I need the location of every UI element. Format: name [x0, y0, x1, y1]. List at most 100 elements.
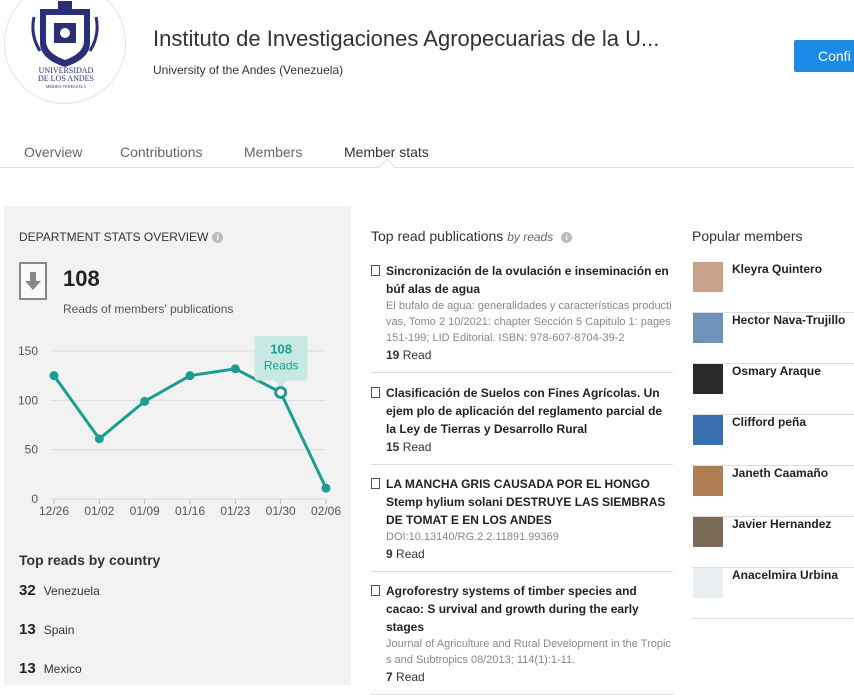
institution-subtitle[interactable]: University of the Andes (Venezuela): [153, 63, 343, 77]
reads-download-icon: [19, 262, 47, 300]
info-icon[interactable]: i: [561, 232, 573, 243]
publication-title[interactable]: Sincronización de la ovulación e insemin…: [386, 264, 669, 296]
member-item[interactable]: Osmary Araque: [692, 364, 854, 415]
tooltip-label: Reads: [264, 358, 299, 372]
data-point: [321, 483, 331, 493]
reads-count: 7: [386, 670, 393, 684]
publication-title-link[interactable]: Clasificación de Suelos con Fines Agríco…: [371, 384, 673, 438]
document-icon: [371, 585, 380, 596]
x-tick-label: 02/06: [311, 504, 341, 518]
avatar[interactable]: [693, 262, 723, 292]
reads-count: 15: [386, 440, 400, 454]
country-count: 32: [19, 582, 36, 599]
publication-item: Agroforestry systems of timber species a…: [371, 582, 673, 695]
publication-title-link[interactable]: Sincronización de la ovulación e insemin…: [371, 262, 673, 298]
publication-meta: Journal of Agriculture and Rural Develop…: [386, 638, 671, 666]
member-item[interactable]: Janeth Caamaño: [692, 466, 854, 517]
reads-label: Read: [402, 440, 432, 454]
member-name[interactable]: Janeth Caamaño: [732, 466, 828, 480]
member-name[interactable]: Osmary Araque: [732, 364, 821, 378]
member-item[interactable]: Clifford peña: [692, 415, 854, 466]
stats-heading: DEPARTMENT STATS OVERVIEW: [19, 230, 209, 244]
document-icon: [371, 478, 380, 489]
data-point: [49, 371, 59, 381]
document-icon: [371, 265, 380, 276]
x-tick-label: 12/26: [39, 504, 69, 518]
members-heading: Popular members: [692, 228, 803, 244]
country-row: 32 Venezuela: [19, 582, 100, 599]
tab-overview[interactable]: Overview: [24, 144, 82, 160]
country-row: 13 Spain: [19, 621, 74, 638]
publication-title-link[interactable]: Agroforestry systems of timber species a…: [371, 582, 673, 636]
tooltip-pointer: [274, 380, 287, 387]
y-tick-label: 150: [18, 344, 38, 358]
x-tick-label: 01/16: [175, 504, 205, 518]
publication-reads: 19 Read: [371, 348, 673, 372]
total-reads-caption: Reads of members' publications: [63, 302, 234, 316]
member-item[interactable]: Kleyra Quintero: [692, 262, 854, 313]
member-item[interactable]: Javier Hernandez: [692, 517, 854, 568]
country-name: Mexico: [43, 662, 82, 676]
confirm-button[interactable]: Confi: [794, 40, 854, 72]
publication-title[interactable]: Clasificación de Suelos con Fines Agríco…: [386, 386, 662, 436]
tab-contributions[interactable]: Contributions: [120, 144, 203, 160]
reads-label: Read: [402, 348, 432, 362]
avatar[interactable]: [693, 364, 723, 394]
publication-title[interactable]: Agroforestry systems of timber species a…: [386, 584, 639, 634]
tooltip-value: 108: [270, 341, 292, 356]
data-point: [140, 396, 150, 406]
member-name[interactable]: Anacelmira Urbina: [732, 568, 838, 582]
y-tick-label: 0: [31, 492, 38, 506]
total-reads-value: 108: [63, 266, 100, 291]
popular-members: Popular members: [692, 228, 854, 244]
member-name[interactable]: Kleyra Quintero: [732, 262, 822, 276]
data-point: [230, 364, 240, 374]
publications-heading: Top read publications by reads i: [371, 228, 673, 244]
member-name[interactable]: Javier Hernandez: [732, 517, 831, 531]
publication-title[interactable]: LA MANCHA GRIS CAUSADA POR EL HONGO Stem…: [386, 477, 665, 527]
publications-heading-suffix: by reads: [507, 230, 554, 244]
publication-reads: 9 Read: [371, 547, 673, 571]
country-name: Venezuela: [43, 584, 100, 598]
reads-count: 19: [386, 348, 400, 362]
logo-text-line-2: DE LOS ANDES: [37, 74, 94, 83]
avatar[interactable]: [693, 517, 723, 547]
stats-heading-wrap: DEPARTMENT STATS OVERVIEW i: [19, 230, 224, 244]
x-tick-label: 01/23: [220, 504, 250, 518]
reads-label: Read: [396, 547, 425, 561]
country-name: Spain: [43, 623, 75, 637]
y-tick-label: 100: [18, 393, 38, 407]
member-name[interactable]: Hector Nava-Trujillo: [732, 313, 845, 327]
publication-reads: 15 Read: [371, 440, 673, 464]
publication-title-link[interactable]: LA MANCHA GRIS CAUSADA POR EL HONGO Stem…: [371, 475, 673, 529]
avatar[interactable]: [693, 313, 723, 343]
reads-label: Read: [396, 670, 425, 684]
avatar[interactable]: [693, 568, 723, 598]
publication-meta: DOI:10.13140/RG.2.2.11891.99369: [386, 531, 559, 543]
member-item[interactable]: Anacelmira Urbina: [692, 568, 854, 619]
tab-members[interactable]: Members: [244, 144, 302, 160]
logo-text-line-3: MERIDA VENEZUELA: [45, 84, 87, 89]
x-tick-label: 01/09: [130, 504, 160, 518]
avatar[interactable]: [693, 415, 723, 445]
country-count: 13: [19, 660, 36, 677]
country-row: 13 Mexico: [19, 660, 82, 677]
data-point: [185, 371, 195, 381]
member-name[interactable]: Clifford peña: [732, 415, 806, 429]
publication-item: Sincronización de la ovulación e insemin…: [371, 262, 673, 373]
publication-meta: El bufalo de agua: generalidades y carac…: [386, 300, 672, 344]
publication-item: LA MANCHA GRIS CAUSADA POR EL HONGO Stem…: [371, 475, 673, 572]
avatar[interactable]: [693, 466, 723, 496]
publication-reads: 7 Read: [371, 670, 673, 694]
country-heading: Top reads by country: [19, 552, 161, 568]
institution-logo: UNIVERSIDAD DE LOS ANDES MERIDA VENEZUEL…: [4, 0, 126, 104]
member-item[interactable]: Hector Nava-Trujillo: [692, 313, 854, 364]
top-publications: Top read publications by reads i Sincron…: [371, 228, 673, 695]
reads-line-chart: 0 50 100 150 12/26 01/02 01/09 01/16 01/23 01/30 0…: [18, 336, 341, 518]
department-stats-panel: DEPARTMENT STATS OVERVIEW i 108 Reads of …: [4, 206, 351, 685]
info-icon[interactable]: i: [212, 232, 224, 243]
y-tick-label: 50: [25, 443, 39, 457]
series-line: [52, 367, 328, 489]
reads-count: 9: [386, 547, 393, 561]
document-icon: [371, 387, 380, 398]
